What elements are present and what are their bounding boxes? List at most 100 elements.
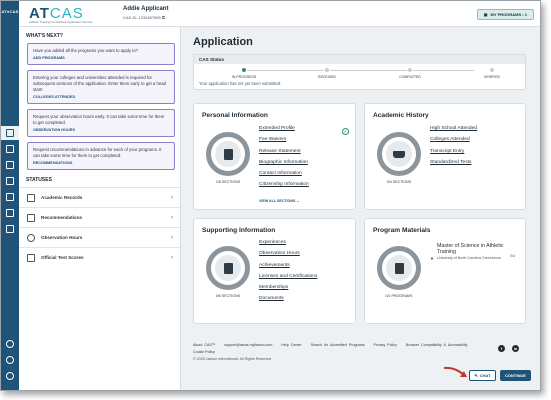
caret-down-icon[interactable]: ▼ — [430, 256, 434, 261]
clock-icon — [27, 233, 35, 242]
programs-count: 0/1 PROGRAMS — [385, 294, 413, 298]
status-academic-records[interactable]: Academic Records › — [19, 187, 180, 207]
status-recommendations[interactable]: Recommendations › — [19, 207, 180, 227]
supporting-information-card: Supporting Information 0/6 SECTIONS Expe… — [193, 218, 356, 324]
privacy-policy-link[interactable]: Privacy Policy — [374, 343, 397, 347]
icon-rail: AT●CAS — [1, 1, 19, 390]
high-school-attended-link[interactable]: High School Attended — [430, 126, 477, 137]
step-dot — [407, 67, 413, 73]
whats-next-heading: WHAT'S NEXT? — [26, 33, 63, 39]
continue-button[interactable]: CONTINUE — [500, 370, 531, 381]
help-center-link[interactable]: Help Center — [281, 343, 301, 347]
copyright: © 2026 Liaison International. All Rights… — [193, 357, 272, 361]
status-label: Observation Hours — [41, 235, 83, 240]
chat-icon: ✎ — [474, 373, 478, 378]
colleges-attended-link[interactable]: Colleges Attended — [430, 137, 477, 148]
rail-programs-icon[interactable] — [1, 206, 19, 220]
documents-link[interactable]: Documents — [259, 296, 317, 307]
facebook-icon[interactable]: f — [498, 345, 505, 352]
notifications-bell-icon[interactable] — [1, 337, 19, 351]
app-window: AT●CAS ATCAS Athletic Training Centraliz… — [0, 0, 541, 391]
progress-ring — [206, 246, 250, 290]
progress-ring — [206, 132, 250, 176]
colleges-attended-link[interactable]: COLLEGES ATTENDED — [33, 95, 169, 99]
citizenship-information-link[interactable]: Citizenship Information — [259, 182, 309, 193]
status-observation-hours[interactable]: Observation Hours › — [19, 227, 180, 247]
licenses-certifications-link[interactable]: Licenses and Certifications — [259, 274, 317, 285]
rail-documents-icon[interactable] — [1, 190, 19, 204]
sections-count: 0/6 SECTIONS — [215, 294, 241, 298]
chat-button[interactable]: ✎ CHAT — [469, 370, 496, 381]
status-note: Your application has not yet been submit… — [199, 81, 282, 86]
next-card-text: Have you added all the programs you want… — [33, 48, 139, 53]
academic-history-card: Academic History 0/4 SECTIONS High Schoo… — [364, 103, 526, 210]
rail-supporting-icon[interactable] — [1, 174, 19, 188]
step-dot — [324, 67, 330, 73]
rail-brand: AT●CAS — [1, 9, 19, 14]
experiences-link[interactable]: Experiences — [259, 240, 317, 251]
status-label: Official Test Scores — [41, 255, 84, 260]
standardized-tests-link[interactable]: Standardized Tests — [430, 160, 477, 171]
step-dot — [489, 67, 495, 73]
rail-academic-icon[interactable] — [1, 158, 19, 172]
main-content: Application CAS Status IN PROGRESS RECEI… — [181, 27, 540, 390]
footer-links: About CAS™ support@atcas.myliaison.com H… — [193, 343, 533, 347]
personal-information-card: Personal Information 1/8 SECTIONS Extend… — [193, 103, 356, 210]
next-card-colleges: Entering your colleges and universities … — [27, 70, 175, 104]
support-email-link[interactable]: support@atcas.myliaison.com — [224, 343, 272, 347]
card-title: Supporting Information — [202, 227, 276, 234]
logo-subtitle: Athletic Training Centralized Applicatio… — [29, 20, 93, 24]
next-card-observation: Request your observation hours early. It… — [27, 109, 175, 137]
step-in-progress: IN PROGRESS — [214, 67, 274, 79]
user-name: Addie Applicant — [123, 6, 169, 12]
transcript-entry-link[interactable]: Transcript Entry — [430, 149, 477, 160]
chevron-right-icon: › — [171, 214, 173, 221]
progress-ring — [377, 246, 421, 290]
contact-information-link[interactable]: Contact Information — [259, 171, 309, 182]
chat-label: CHAT — [479, 373, 491, 378]
program-progress-count: 0/4 — [510, 254, 515, 258]
my-programs-button[interactable]: ▣ MY PROGRAMS • 1 — [476, 9, 534, 20]
account-icon[interactable] — [1, 369, 19, 383]
observation-hours-link[interactable]: OBSERVATION HOURS — [33, 128, 169, 132]
observation-hours-link[interactable]: Observation Hours — [259, 251, 317, 262]
next-card-add-programs: Have you added all the programs you want… — [27, 43, 175, 65]
help-icon[interactable] — [1, 353, 19, 367]
step-received: RECEIVED — [297, 67, 357, 79]
status-stepper: IN PROGRESS RECEIVED COMPLETED VERIFIED — [204, 67, 514, 79]
test-scores-icon — [27, 253, 35, 262]
release-statement-link[interactable]: Release Statement — [259, 149, 309, 160]
extended-profile-link[interactable]: Extended Profile — [259, 126, 309, 137]
page-title: Application — [193, 36, 253, 48]
top-header: ATCAS Athletic Training Centralized Appl… — [19, 1, 540, 27]
cookie-policy-link[interactable]: Cookie Policy — [193, 350, 533, 354]
linkedin-icon[interactable]: in — [512, 345, 519, 352]
statuses-heading: STATUSES — [26, 177, 52, 183]
step-label: IN PROGRESS — [231, 75, 257, 79]
memberships-link[interactable]: Memberships — [259, 285, 317, 296]
search-programs-link[interactable]: Search for Accredited Programs — [311, 343, 365, 347]
program-name-link[interactable]: Master of Science in Athletic Training — [437, 243, 509, 255]
achievements-link[interactable]: Achievements — [259, 263, 317, 274]
browser-compatibility-link[interactable]: Browser Compatibility & Accessibility — [406, 343, 468, 347]
personal-links: Extended Profile Fee Waivers Release Sta… — [259, 126, 309, 194]
document-icon — [223, 262, 233, 274]
add-programs-link[interactable]: ADD PROGRAMS — [33, 56, 169, 60]
biographic-information-link[interactable]: Biographic Information — [259, 160, 309, 171]
academic-records-icon — [27, 193, 35, 202]
cas-status-panel: CAS Status IN PROGRESS RECEIVED COMPLETE… — [193, 54, 526, 90]
rail-submit-icon[interactable] — [1, 222, 19, 236]
status-test-scores[interactable]: Official Test Scores › — [19, 247, 180, 267]
check-circle-icon: ✓ — [342, 128, 349, 135]
rail-profile-icon[interactable] — [1, 142, 19, 156]
copy-icon[interactable]: ⧉ — [162, 15, 165, 20]
view-all-sections-link[interactable]: VIEW ALL SECTIONS ⌄ — [259, 199, 299, 203]
programs-icon: ▣ — [483, 12, 488, 17]
clipboard-icon — [223, 148, 233, 160]
fee-waivers-link[interactable]: Fee Waivers — [259, 137, 309, 148]
step-label: RECEIVED — [318, 75, 336, 79]
about-cas-link[interactable]: About CAS™ — [193, 343, 215, 347]
next-card-text: Request your observation hours early. It… — [33, 114, 165, 125]
recommendations-link[interactable]: RECOMMENDATIONS — [33, 161, 169, 165]
rail-home-icon[interactable] — [1, 126, 19, 140]
